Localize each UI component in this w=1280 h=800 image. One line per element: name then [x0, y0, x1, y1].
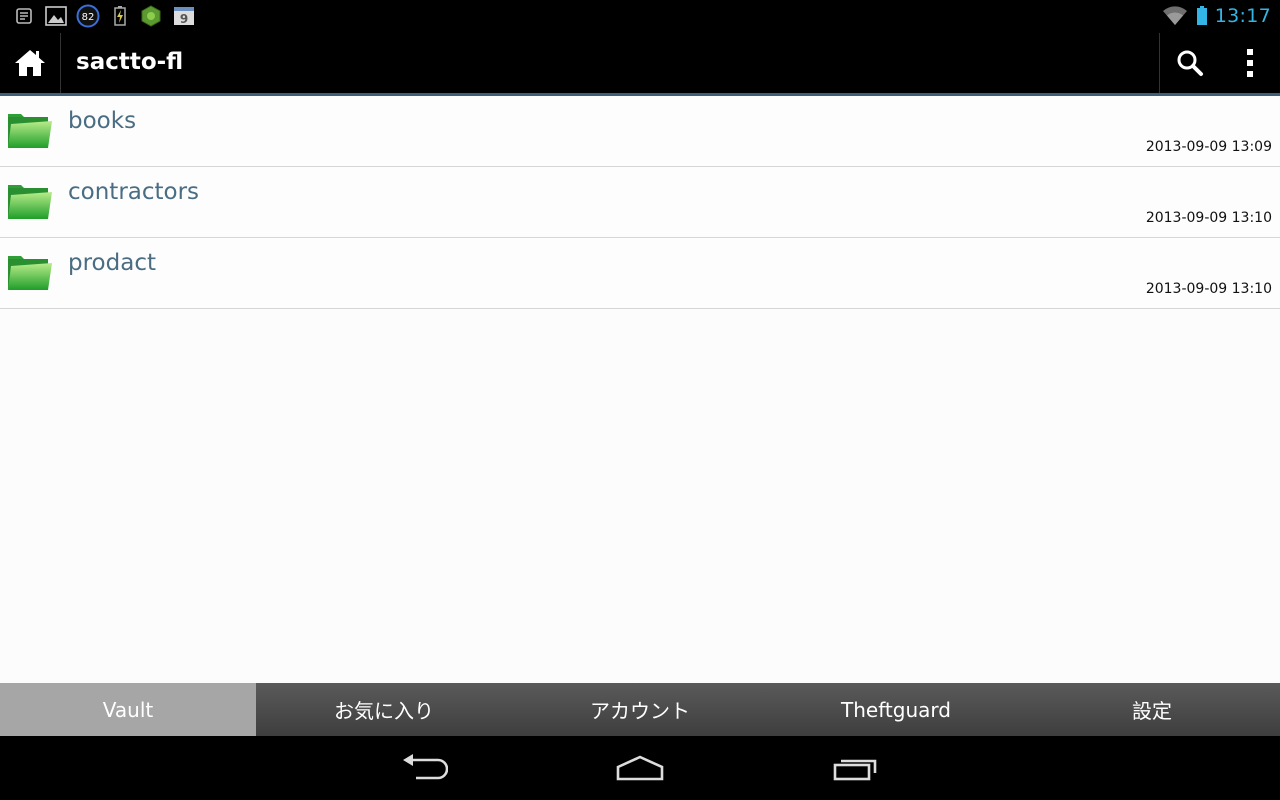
file-date: 2013-09-09 13:10	[1145, 281, 1272, 297]
overflow-menu-button[interactable]	[1220, 33, 1280, 93]
wifi-icon	[1162, 6, 1188, 26]
search-button[interactable]	[1160, 33, 1220, 93]
list-notification-icon	[14, 6, 34, 26]
file-date: 2013-09-09 13:10	[1145, 210, 1272, 226]
folder-icon	[8, 114, 52, 148]
overflow-menu-icon	[1247, 49, 1253, 77]
battery-charging-icon	[112, 6, 128, 26]
file-name: contractors	[68, 179, 200, 205]
tab-account[interactable]: アカウント	[512, 683, 768, 736]
folder-icon	[8, 185, 52, 219]
tab-theftguard[interactable]: Theftguard	[768, 683, 1024, 736]
system-nav-bar	[0, 736, 1280, 800]
divider	[60, 33, 61, 93]
home-nav-icon	[616, 755, 664, 781]
list-item[interactable]: prodact 2013-09-09 13:10	[0, 238, 1280, 309]
file-list: books 2013-09-09 13:09 contractors 2013-…	[0, 96, 1280, 309]
home-nav-button[interactable]	[600, 748, 680, 788]
calendar-day: 9	[180, 12, 188, 26]
circle-82-icon: 82	[75, 4, 101, 28]
status-clock: 13:17	[1214, 5, 1271, 27]
action-bar: sactto-fl	[0, 33, 1280, 93]
tab-favorites[interactable]: お気に入り	[256, 683, 512, 736]
app-green-icon	[139, 5, 163, 27]
badge-value: 82	[82, 12, 95, 23]
battery-icon	[1194, 6, 1210, 26]
file-date: 2013-09-09 13:09	[1145, 139, 1272, 155]
search-icon	[1177, 50, 1203, 76]
back-button[interactable]	[384, 748, 464, 788]
home-button[interactable]	[0, 33, 60, 93]
file-name: prodact	[68, 250, 156, 276]
page-title: sactto-fl	[76, 49, 184, 75]
file-name: books	[68, 108, 137, 134]
back-icon	[403, 754, 448, 780]
image-notification-icon	[44, 6, 68, 26]
calendar-icon: 9	[172, 6, 196, 26]
tab-vault[interactable]: Vault	[0, 683, 256, 736]
list-item[interactable]: books 2013-09-09 13:09	[0, 96, 1280, 167]
bottom-tab-bar: Vault お気に入り アカウント Theftguard 設定	[0, 683, 1280, 736]
folder-icon	[8, 256, 52, 290]
home-icon	[15, 50, 45, 76]
recent-apps-icon	[833, 759, 877, 781]
recent-apps-button[interactable]	[817, 748, 897, 788]
tab-settings[interactable]: 設定	[1024, 683, 1280, 736]
status-bar: 82 9 13:17	[0, 0, 1280, 33]
list-item[interactable]: contractors 2013-09-09 13:10	[0, 167, 1280, 238]
